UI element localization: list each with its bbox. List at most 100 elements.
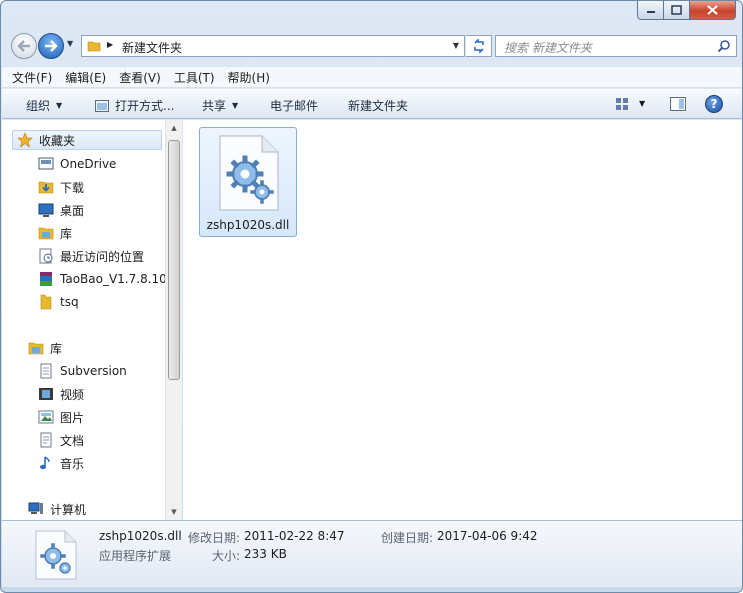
- sidebar-item-label: tsq: [60, 295, 79, 309]
- help-icon[interactable]: ?: [705, 95, 723, 113]
- menu-tools[interactable]: 工具(T): [174, 69, 215, 86]
- navigation-pane: 收藏夹 OneDrive 下载 桌面 库 最近访问的位置 TaoBao_V1.7…: [2, 120, 182, 520]
- sidebar-item-label: OneDrive: [60, 157, 117, 171]
- sidebar-item-label: 计算机: [50, 502, 87, 517]
- sidebar-item-onedrive[interactable]: OneDrive: [38, 154, 116, 174]
- sidebar-item-tsq[interactable]: tsq: [38, 292, 79, 312]
- file-item[interactable]: zshp1020s.dll: [199, 127, 297, 237]
- address-dropdown-icon[interactable]: ▼: [453, 41, 459, 50]
- details-modified-label: 修改日期:: [188, 531, 241, 545]
- breadcrumb-arrow-icon[interactable]: ▶: [107, 40, 113, 49]
- sidebar-item-downloads[interactable]: 下载: [38, 177, 84, 197]
- explorer-window: ▼ ▶ 新建文件夹 ▼ 搜索 新建文件夹 文件(F) 编辑(E) 查看(V) 工…: [0, 0, 743, 593]
- sidebar-item-recent-places[interactable]: 最近访问的位置: [38, 246, 144, 266]
- change-view-icon[interactable]: [615, 97, 629, 111]
- details-pane: zshp1020s.dll 应用程序扩展 修改日期: 2011-02-22 8:…: [2, 520, 742, 587]
- computer-icon: [28, 502, 43, 514]
- new-folder-button[interactable]: 新建文件夹: [348, 97, 408, 114]
- sidebar-item-label: 桌面: [60, 203, 85, 218]
- sidebar-item-pictures[interactable]: 图片: [38, 407, 84, 427]
- sidebar-item-label: 图片: [60, 410, 85, 425]
- desktop-icon: [38, 203, 54, 217]
- archive-icon: [40, 272, 52, 286]
- sidebar-item-label: TaoBao_V1.7.8.10_: [60, 272, 173, 286]
- dll-gear-icon: [219, 135, 279, 211]
- sidebar-favorites-header[interactable]: 收藏夹: [12, 130, 162, 150]
- folder-icon: [40, 294, 52, 310]
- menu-view[interactable]: 查看(V): [119, 69, 161, 86]
- details-created-value: 2017-04-06 9:42: [437, 529, 538, 543]
- search-box[interactable]: 搜索 新建文件夹: [495, 35, 737, 57]
- forward-button[interactable]: [38, 33, 64, 59]
- sidebar-item-videos[interactable]: 视频: [38, 384, 84, 404]
- maximize-button[interactable]: [664, 1, 690, 20]
- sidebar-item-label: 库: [50, 341, 63, 356]
- recent-places-icon: [39, 248, 53, 264]
- scroll-up-icon[interactable]: ▲: [166, 120, 182, 136]
- menu-edit[interactable]: 编辑(E): [65, 69, 106, 86]
- onedrive-icon: [38, 157, 54, 170]
- sidebar-item-taobao[interactable]: TaoBao_V1.7.8.10_: [38, 269, 173, 289]
- sidebar-item-label: 文档: [60, 433, 85, 448]
- open-with-button[interactable]: 打开方式...: [95, 97, 174, 114]
- forward-arrow-icon: [45, 40, 58, 52]
- navigation-pane-scrollbar[interactable]: ▲ ▼: [165, 120, 182, 520]
- back-button[interactable]: [11, 33, 37, 59]
- share-button[interactable]: 共享 ▼: [202, 97, 238, 114]
- refresh-button[interactable]: [466, 35, 492, 57]
- preview-pane-icon[interactable]: [670, 97, 686, 111]
- minimize-button[interactable]: [637, 1, 664, 20]
- view-options-dropdown-icon[interactable]: ▼: [639, 99, 645, 108]
- navigation-bar: ▼ ▶ 新建文件夹 ▼ 搜索 新建文件夹: [9, 31, 737, 61]
- close-icon: [707, 5, 718, 15]
- breadcrumb-current[interactable]: 新建文件夹: [122, 39, 182, 56]
- details-modified-value: 2011-02-22 8:47: [244, 529, 345, 543]
- search-icon[interactable]: [717, 39, 731, 53]
- sidebar-item-music[interactable]: 音乐: [38, 453, 84, 473]
- new-folder-label: 新建文件夹: [348, 99, 409, 113]
- sidebar-item-label: 音乐: [60, 456, 85, 471]
- email-button[interactable]: 电子邮件: [270, 97, 318, 114]
- recent-pages-dropdown[interactable]: ▼: [67, 39, 73, 48]
- sidebar-item-library[interactable]: 库: [38, 223, 72, 243]
- video-icon: [39, 388, 53, 400]
- favorites-star-icon: [17, 132, 33, 148]
- share-label: 共享: [202, 99, 227, 113]
- scrollbar-thumb[interactable]: [168, 140, 180, 380]
- file-list[interactable]: zshp1020s.dll: [183, 120, 742, 520]
- back-arrow-icon: [17, 40, 30, 52]
- sidebar-item-documents[interactable]: 文档: [38, 430, 84, 450]
- details-file-type: 应用程序扩展: [99, 549, 172, 563]
- menu-help[interactable]: 帮助(H): [228, 69, 270, 86]
- details-size-label: 大小:: [212, 549, 241, 563]
- address-bar[interactable]: ▶ 新建文件夹 ▼: [81, 35, 465, 57]
- sidebar-item-desktop[interactable]: 桌面: [38, 200, 84, 220]
- search-input[interactable]: 搜索 新建文件夹: [504, 39, 592, 56]
- music-icon: [40, 456, 50, 470]
- maximize-icon: [671, 5, 682, 15]
- refresh-icon: [473, 39, 484, 53]
- sidebar-item-label: Subversion: [60, 364, 127, 378]
- organize-button[interactable]: 组织 ▼: [26, 97, 62, 114]
- menu-bar: 文件(F) 编辑(E) 查看(V) 工具(T) 帮助(H): [2, 67, 742, 88]
- details-created-label: 创建日期:: [381, 531, 434, 545]
- sidebar-item-subversion[interactable]: Subversion: [38, 361, 127, 381]
- sidebar-item-label: 库: [60, 226, 73, 241]
- sidebar-libraries-header[interactable]: 库: [28, 338, 62, 358]
- email-label: 电子邮件: [270, 99, 319, 113]
- document-library-icon: [40, 363, 52, 379]
- folder-icon: [87, 41, 101, 52]
- close-button[interactable]: [690, 1, 736, 20]
- library-icon: [28, 342, 44, 355]
- scroll-down-icon[interactable]: ▼: [166, 504, 182, 520]
- sidebar-item-label: 下载: [60, 180, 85, 195]
- sidebar-computer-header[interactable]: 计算机: [28, 499, 86, 519]
- menu-file[interactable]: 文件(F): [12, 69, 52, 86]
- file-name: zshp1020s.dll: [206, 218, 290, 232]
- sidebar-item-label: 最近访问的位置: [60, 249, 145, 264]
- details-file-name: zshp1020s.dll: [99, 529, 182, 543]
- sidebar-item-label: 收藏夹: [39, 133, 76, 148]
- chevron-down-icon: ▼: [56, 101, 63, 110]
- picture-icon: [38, 410, 54, 424]
- open-with-label: 打开方式...: [115, 99, 175, 113]
